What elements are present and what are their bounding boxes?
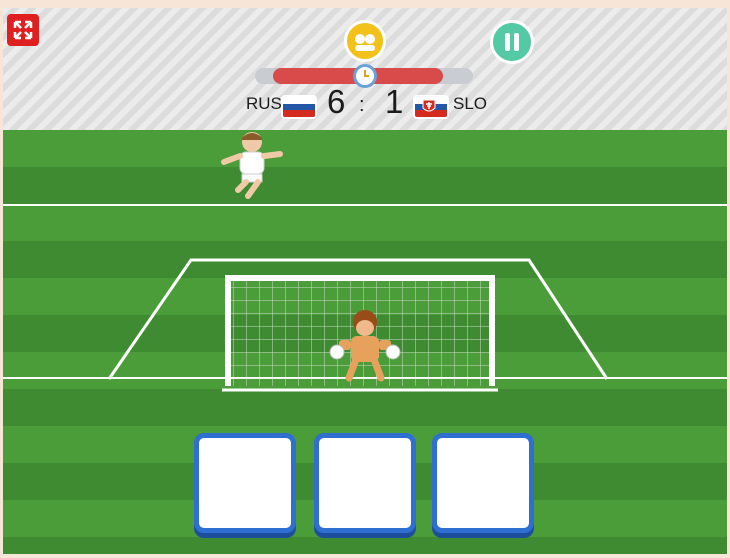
score-separator: : — [359, 94, 365, 116]
pause-icon — [505, 33, 519, 51]
slovakia-coat-of-arms — [422, 99, 436, 112]
stopwatch-icon — [353, 64, 377, 88]
fullscreen-icon — [13, 20, 33, 40]
striker-player — [221, 132, 283, 199]
home-team-flag — [281, 95, 317, 119]
home-team-code: RUS — [246, 94, 282, 113]
goalkeeper-glove — [329, 344, 345, 360]
goalkeeper — [329, 310, 401, 382]
answer-card-1[interactable] — [194, 433, 296, 533]
answer-card-2[interactable] — [314, 433, 416, 533]
answer-card-3[interactable] — [432, 433, 534, 533]
pause-button[interactable] — [490, 20, 534, 64]
coin-icon — [344, 20, 386, 62]
fullscreen-button[interactable] — [7, 14, 39, 46]
game-stage: RUS 6 : 1 SLO — [3, 8, 727, 554]
away-team-code: SLO — [453, 94, 488, 113]
away-team-flag — [413, 95, 449, 119]
home-score: 6 — [327, 83, 346, 120]
away-score: 1 — [385, 83, 404, 120]
